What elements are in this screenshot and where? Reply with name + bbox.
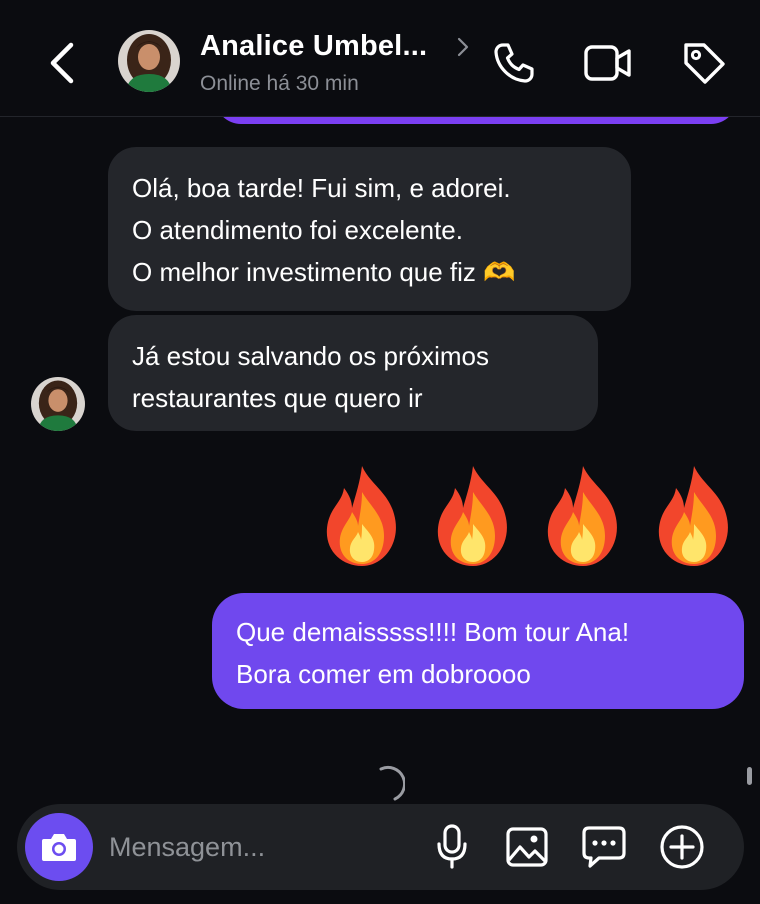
- more-options-button[interactable]: [657, 822, 707, 872]
- voice-call-button[interactable]: [489, 38, 539, 88]
- contact-status: Online há 30 min: [200, 72, 359, 95]
- fire-emoji: [548, 466, 618, 566]
- fire-emoji: [658, 466, 728, 566]
- video-call-button[interactable]: [583, 38, 633, 88]
- chat-screen: Analice Umbel... Online há 30 min Olá, b…: [0, 0, 760, 904]
- contact-avatar[interactable]: [118, 30, 180, 92]
- message-composer: [17, 804, 744, 890]
- camera-icon: [42, 834, 76, 861]
- image-icon: [506, 827, 548, 867]
- fire-emoji: [437, 466, 507, 566]
- fire-emoji-message[interactable]: [318, 462, 738, 572]
- incoming-message[interactable]: Já estou salvando os próximos restaurant…: [108, 315, 598, 431]
- chat-header: Analice Umbel... Online há 30 min: [0, 0, 760, 117]
- microphone-icon: [437, 824, 467, 869]
- back-chevron-icon: [50, 42, 74, 84]
- incoming-message[interactable]: Olá, boa tarde! Fui sim, e adorei. O ate…: [108, 147, 631, 311]
- sticker-button[interactable]: [579, 822, 629, 872]
- plus-icon: [660, 825, 704, 869]
- chevron-right-icon[interactable]: [455, 36, 471, 58]
- outgoing-message[interactable]: Que demaisssss!!!! Bom tour Ana! Bora co…: [212, 593, 744, 709]
- loading-spinner-icon: [379, 765, 405, 801]
- gallery-button[interactable]: [502, 822, 552, 872]
- sticker-chat-icon: [582, 826, 626, 868]
- scrollbar[interactable]: [747, 767, 752, 785]
- tag-icon: [684, 43, 725, 84]
- video-icon: [584, 45, 631, 81]
- voice-message-button[interactable]: [427, 822, 477, 872]
- fire-emoji: [326, 466, 396, 566]
- back-button[interactable]: [40, 38, 84, 88]
- message-input[interactable]: [109, 826, 429, 868]
- sender-avatar[interactable]: [31, 377, 85, 431]
- contact-name[interactable]: Analice Umbel...: [200, 30, 427, 63]
- camera-button[interactable]: [25, 813, 93, 881]
- tag-button[interactable]: [679, 38, 729, 88]
- phone-icon: [494, 43, 534, 83]
